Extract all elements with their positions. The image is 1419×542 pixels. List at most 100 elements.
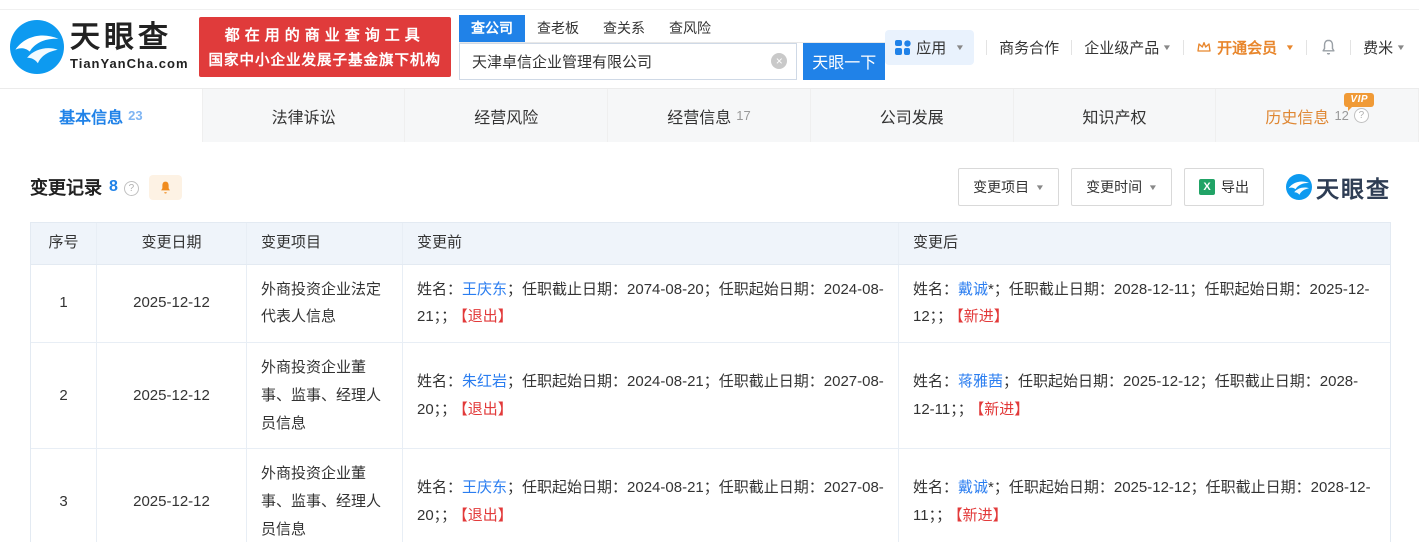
tab-label: 经营信息 [667, 104, 731, 128]
table-row: 12025-12-12外商投资企业法定代表人信息姓名：王庆东；任职截止日期：20… [31, 265, 1390, 344]
tianyancha-logo-icon [10, 20, 64, 74]
tab-label: 法律诉讼 [272, 104, 336, 128]
section-count: 8 [109, 178, 118, 196]
row-before: 姓名：王庆东；任职截止日期：2074-08-20；任职起始日期：2024-08-… [403, 265, 899, 343]
tianyancha-logo-icon [1286, 174, 1312, 200]
chevron-down-icon: ▼ [1162, 43, 1172, 52]
column-header-3: 变更前 [403, 223, 899, 264]
change-records-header: 变更记录 8 ? 变更项目 ▼ 变更时间 ▼ X 导出 天眼查 [0, 142, 1419, 222]
status-tag: 【退出】 [460, 507, 513, 524]
chevron-down-icon: ▼ [1035, 183, 1045, 192]
row-date: 2025-12-12 [97, 449, 247, 542]
divider [1350, 40, 1351, 55]
tab-5[interactable]: 知识产权 [1014, 89, 1217, 142]
subscribe-bell-button[interactable] [149, 175, 182, 200]
search-tab-3[interactable]: 查风险 [657, 15, 723, 42]
tab-2[interactable]: 经营风险 [405, 89, 608, 142]
row-item: 外商投资企业法定代表人信息 [247, 265, 403, 343]
row-date: 2025-12-12 [97, 265, 247, 343]
cell-text: 姓名： [417, 281, 462, 298]
row-date: 2025-12-12 [97, 343, 247, 448]
tab-0[interactable]: 基本信息23 [0, 89, 203, 142]
enterprise-products-menu[interactable]: 企业级产品 ▼ [1084, 37, 1171, 58]
tab-count: 23 [128, 108, 142, 123]
site-header: 天眼查 TianYanCha.com 都在用的商业查询工具 国家中小企业发展子基… [0, 10, 1419, 88]
tianyancha-logo[interactable]: 天眼查 TianYanCha.com [10, 20, 189, 74]
status-tag: 【退出】 [460, 401, 513, 418]
person-link[interactable]: 朱红岩 [462, 373, 507, 390]
chevron-down-icon: ▼ [1396, 43, 1406, 52]
person-link[interactable]: 王庆东 [462, 479, 507, 496]
cell-text: 姓名： [913, 281, 958, 298]
cell-text: 姓名： [913, 373, 958, 390]
apps-menu[interactable]: 应用 ▼ [885, 30, 974, 65]
header-right-menu: 应用 ▼ 商务合作 企业级产品 ▼ 开通会员 ▼ 费米 ▼ [885, 30, 1405, 65]
search-area: 查公司查老板查关系查风险 × 天眼一下 [459, 15, 885, 80]
brand-slogan-banner: 都在用的商业查询工具 国家中小企业发展子基金旗下机构 [199, 17, 452, 77]
excel-icon: X [1199, 179, 1215, 195]
chevron-down-icon: ▼ [1148, 183, 1158, 192]
tab-count: 12 [1334, 108, 1348, 123]
person-link[interactable]: 王庆东 [462, 281, 507, 298]
export-button[interactable]: X 导出 [1184, 168, 1264, 206]
row-seq: 1 [31, 265, 97, 343]
search-button[interactable]: 天眼一下 [803, 43, 885, 80]
row-seq: 3 [31, 449, 97, 542]
table-row: 32025-12-12外商投资企业董事、监事、经理人员信息姓名：王庆东；任职起始… [31, 449, 1390, 542]
person-link[interactable]: 蒋雅茜 [958, 373, 1003, 390]
divider [1071, 40, 1072, 55]
tianyancha-watermark: 天眼查 [1286, 170, 1391, 204]
column-header-2: 变更项目 [247, 223, 403, 264]
section-title: 变更记录 [30, 174, 102, 200]
row-before: 姓名：王庆东；任职起始日期：2024-08-21；任职截止日期：2027-08-… [403, 449, 899, 542]
filter-change-time-dropdown[interactable]: 变更时间 ▼ [1071, 168, 1172, 206]
row-after: 姓名：蒋雅茜；任职起始日期：2025-12-12；任职截止日期：2028-12-… [899, 343, 1390, 448]
status-tag: 【新进】 [955, 507, 1008, 524]
cell-text: 姓名： [417, 479, 462, 496]
divider [986, 40, 987, 55]
person-link[interactable]: 戴诚 [958, 281, 988, 298]
page-top-divider [0, 0, 1419, 10]
row-before: 姓名：朱红岩；任职起始日期：2024-08-21；任职截止日期：2027-08-… [403, 343, 899, 448]
row-item: 外商投资企业董事、监事、经理人员信息 [247, 343, 403, 448]
help-icon[interactable]: ? [124, 181, 139, 196]
table-header-row: 序号变更日期变更项目变更前变更后 [31, 223, 1390, 265]
company-section-tabs: 基本信息23 法律诉讼 经营风险 经营信息 17 公司发展 知识产权 历史信息12VIP? [0, 88, 1419, 142]
search-tab-1[interactable]: 查老板 [525, 15, 591, 42]
row-after: 姓名：戴诚*；任职截止日期：2028-12-11；任职起始日期：2025-12-… [899, 265, 1390, 343]
bell-icon [158, 180, 173, 195]
search-tab-0[interactable]: 查公司 [459, 15, 525, 42]
status-tag: 【新进】 [977, 401, 1030, 418]
business-cooperation-link[interactable]: 商务合作 [999, 37, 1059, 58]
search-category-tabs: 查公司查老板查关系查风险 [459, 15, 885, 43]
cell-text: 姓名： [913, 479, 958, 496]
person-link[interactable]: 戴诚 [958, 479, 988, 496]
tab-4[interactable]: 公司发展 [811, 89, 1014, 142]
row-item: 外商投资企业董事、监事、经理人员信息 [247, 449, 403, 542]
user-account-menu[interactable]: 费米 ▼ [1363, 37, 1405, 58]
chevron-down-icon: ▼ [955, 43, 965, 52]
tab-label: 公司发展 [880, 104, 944, 128]
slogan-line1: 都在用的商业查询工具 [209, 24, 442, 45]
cell-text: 姓名： [417, 373, 462, 390]
open-membership-menu[interactable]: 开通会员 ▼ [1196, 37, 1294, 58]
search-tab-2[interactable]: 查关系 [591, 15, 657, 42]
tab-3[interactable]: 经营信息 17 [608, 89, 811, 142]
status-tag: 【退出】 [460, 308, 513, 325]
search-input[interactable] [459, 43, 797, 80]
vip-badge: VIP [1344, 93, 1374, 107]
row-after: 姓名：戴诚*；任职起始日期：2025-12-12；任职截止日期：2028-12-… [899, 449, 1390, 542]
column-header-4: 变更后 [899, 223, 1390, 264]
clear-search-icon[interactable]: × [771, 53, 787, 69]
tab-6[interactable]: 历史信息12VIP? [1216, 89, 1419, 142]
notifications-bell-icon[interactable] [1319, 38, 1338, 57]
tab-1[interactable]: 法律诉讼 [203, 89, 406, 142]
tab-label: 知识产权 [1082, 104, 1146, 128]
filter-change-project-dropdown[interactable]: 变更项目 ▼ [958, 168, 1059, 206]
help-icon[interactable]: ? [1354, 108, 1369, 123]
row-seq: 2 [31, 343, 97, 448]
crown-icon [1196, 39, 1212, 55]
tab-count: 17 [736, 108, 750, 123]
tab-label: 经营风险 [474, 104, 538, 128]
divider [1306, 40, 1307, 55]
